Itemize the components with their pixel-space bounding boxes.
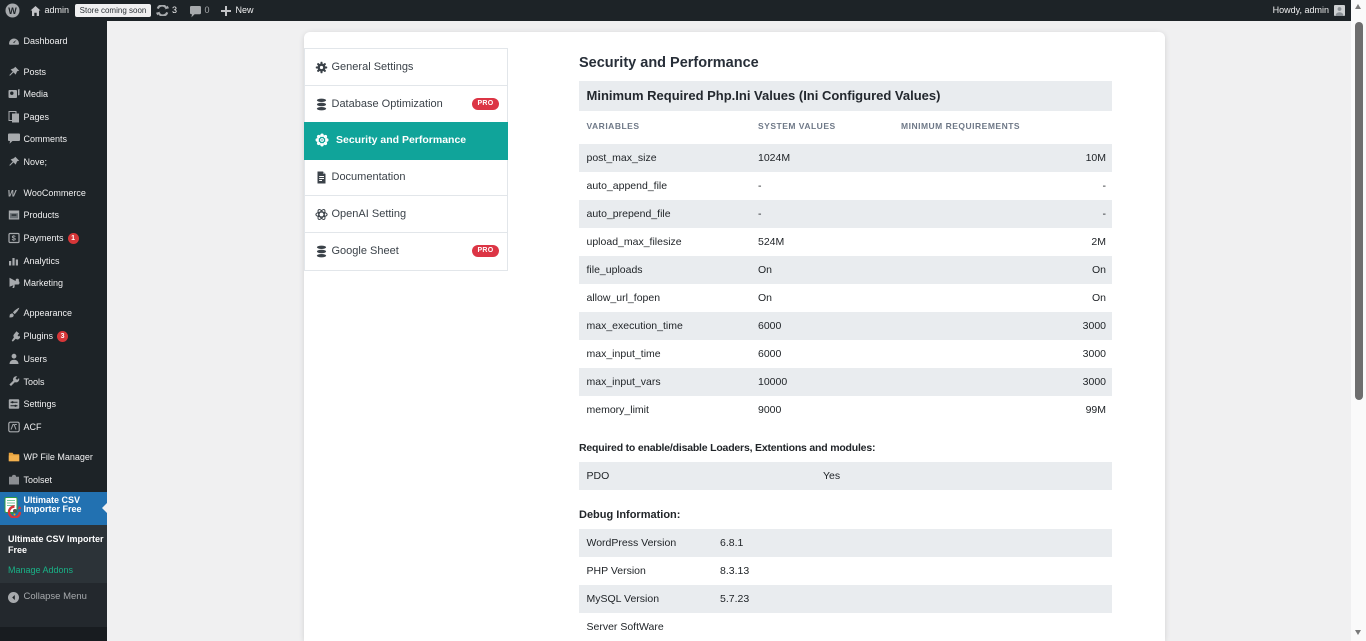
svg-text:W: W xyxy=(8,5,17,15)
svg-text:W: W xyxy=(8,188,18,198)
svg-text:$: $ xyxy=(12,234,17,243)
